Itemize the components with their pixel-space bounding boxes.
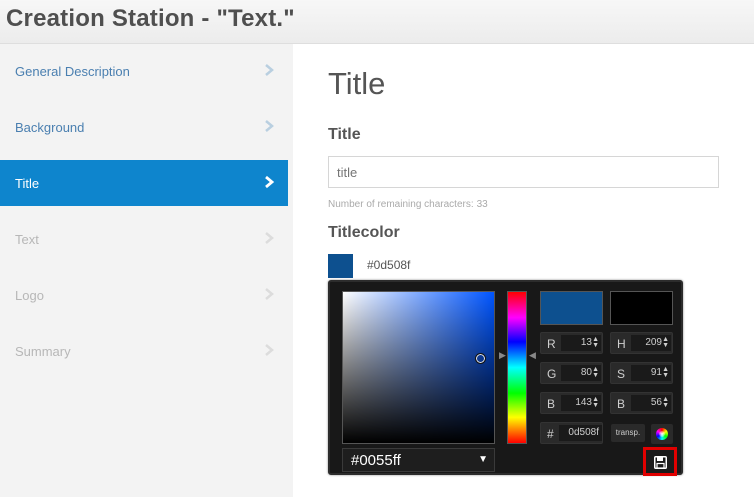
color-preset-select[interactable]: #0055ff ▼ (342, 448, 495, 472)
titlecolor-hex-value: #0d508f (367, 258, 411, 272)
sidebar-item-label: Title (15, 176, 40, 191)
new-color-preview (540, 291, 603, 325)
transparency-button[interactable]: transp. (611, 424, 645, 442)
brightness-field[interactable]: B 56 ▲ ▼ (610, 392, 673, 414)
sidebar-item-general-description[interactable]: General Description (0, 48, 288, 94)
green-field[interactable]: G 80 ▲ ▼ (540, 362, 603, 384)
sidebar-item-label: Summary (15, 344, 71, 359)
hue-slider-arrow-icon: ◀ (529, 350, 536, 360)
floppy-disk-icon (654, 456, 667, 469)
title-input[interactable] (328, 156, 719, 188)
saturation-value-cursor[interactable] (475, 353, 486, 364)
sidebar-item-label: Logo (15, 288, 44, 303)
stepper-icon[interactable]: ▲ ▼ (592, 396, 599, 409)
hex-value[interactable]: 0d508f (559, 425, 602, 441)
sidebar-item-summary[interactable]: Summary (0, 328, 288, 374)
chevron-right-icon (265, 175, 275, 189)
sidebar-item-text[interactable]: Text (0, 216, 288, 262)
chevron-right-icon (265, 344, 274, 356)
save-color-button[interactable] (643, 447, 677, 476)
brightness-label: B (617, 397, 626, 411)
chevron-right-icon (265, 120, 274, 132)
original-color-preview[interactable] (610, 291, 673, 325)
remaining-characters: Number of remaining characters: 33 (328, 199, 488, 210)
app-header: Creation Station - "Text." (0, 0, 754, 44)
saturation-label: S (617, 367, 626, 381)
chevron-right-icon (265, 232, 274, 244)
hue-field[interactable]: H 209 ▲ ▼ (610, 332, 673, 354)
hex-label: # (547, 427, 554, 441)
blue-label: B (547, 397, 556, 411)
titlecolor-swatch[interactable] (328, 254, 353, 278)
red-field[interactable]: R 13 ▲ ▼ (540, 332, 603, 354)
sidebar-item-label: General Description (15, 64, 130, 79)
stepper-icon[interactable]: ▲ ▼ (662, 336, 669, 349)
sidebar: General Description Background Title Tex… (0, 44, 293, 497)
sidebar-item-background[interactable]: Background (0, 104, 288, 150)
hex-field[interactable]: # 0d508f (540, 422, 603, 444)
chevron-right-icon (265, 288, 274, 300)
red-label: R (547, 337, 556, 351)
app-title: Creation Station - "Text." (6, 5, 295, 32)
sidebar-item-title[interactable]: Title (0, 160, 288, 206)
hue-label: H (617, 337, 626, 351)
page-title: Title (328, 66, 386, 101)
titlecolor-label: Titlecolor (328, 224, 400, 241)
color-wheel-button[interactable] (651, 424, 673, 444)
sidebar-item-label: Background (15, 120, 85, 135)
stepper-icon[interactable]: ▲ ▼ (662, 396, 669, 409)
title-field-label: Title (328, 126, 361, 143)
color-wheel-icon (656, 428, 668, 440)
remaining-characters-label: Number of remaining characters: (328, 199, 474, 210)
green-label: G (547, 367, 557, 381)
stepper-icon[interactable]: ▲ ▼ (662, 366, 669, 379)
chevron-right-icon (265, 64, 274, 76)
blue-field[interactable]: B 143 ▲ ▼ (540, 392, 603, 414)
sidebar-item-logo[interactable]: Logo (0, 272, 288, 318)
saturation-field[interactable]: S 91 ▲ ▼ (610, 362, 673, 384)
sidebar-item-label: Text (15, 232, 39, 247)
stepper-icon[interactable]: ▲ ▼ (592, 366, 599, 379)
stepper-icon[interactable]: ▲ ▼ (592, 336, 599, 349)
hue-slider-arrow-icon: ▶ (499, 350, 506, 360)
preset-selected-value: #0055ff (351, 452, 401, 469)
remaining-characters-count: 33 (476, 199, 488, 210)
caret-down-icon: ▼ (478, 454, 488, 465)
saturation-value-area[interactable] (342, 291, 495, 444)
hue-slider[interactable] (507, 291, 527, 444)
color-picker-panel: ▶ ◀ R 13 ▲ ▼ H 209 ▲ ▼ G 80 ▲ ▼ S 91 ▲ ▼ B 1… (328, 280, 683, 476)
